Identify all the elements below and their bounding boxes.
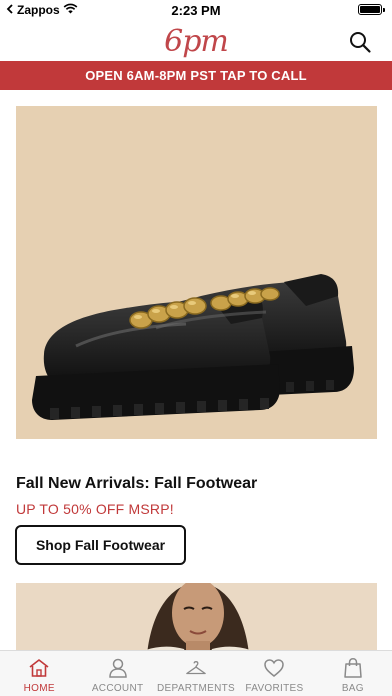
tab-favorites[interactable]: FAVORITES [235, 651, 313, 696]
bottom-tab-bar: HOME ACCOUNT DEPARTMENTS FAVORITES BAG [0, 650, 392, 696]
tab-departments[interactable]: DEPARTMENTS [157, 651, 235, 696]
hero-product-image[interactable] [16, 106, 377, 439]
tab-home-label: HOME [23, 683, 55, 694]
heart-icon [263, 657, 285, 679]
tab-favorites-label: FAVORITES [245, 683, 304, 694]
app-header: 6pm [0, 22, 392, 62]
shop-fall-footwear-button[interactable]: Shop Fall Footwear [15, 525, 186, 565]
model-illustration [16, 583, 377, 650]
tab-account[interactable]: ACCOUNT [78, 651, 156, 696]
battery-fill [360, 6, 380, 13]
search-icon [350, 32, 371, 53]
hanger-icon [185, 657, 207, 679]
loafer-shoe-illustration [32, 274, 354, 420]
tab-departments-label: DEPARTMENTS [157, 683, 235, 694]
promo-subtitle: UP TO 50% OFF MSRP! [16, 501, 174, 517]
search-button[interactable] [346, 28, 374, 56]
main-content[interactable]: Fall New Arrivals: Fall Footwear UP TO 5… [0, 90, 392, 650]
secondary-promo-image[interactable] [16, 583, 377, 650]
home-icon [28, 657, 50, 679]
promo-title[interactable]: Fall New Arrivals: Fall Footwear [16, 475, 257, 493]
status-time: 2:23 PM [171, 3, 221, 18]
brand-logo[interactable]: 6pm [164, 27, 229, 57]
account-icon [107, 657, 129, 679]
call-promo-banner[interactable]: OPEN 6AM-8PM PST TAP TO CALL [0, 61, 392, 90]
bag-icon [342, 657, 364, 679]
battery-icon [358, 4, 385, 15]
tab-account-label: ACCOUNT [91, 683, 144, 694]
status-bar: Zappos 2:23 PM [0, 0, 392, 22]
tab-bag-label: BAG [341, 683, 364, 694]
tab-home[interactable]: HOME [0, 651, 78, 696]
tab-bag[interactable]: BAG [314, 651, 392, 696]
